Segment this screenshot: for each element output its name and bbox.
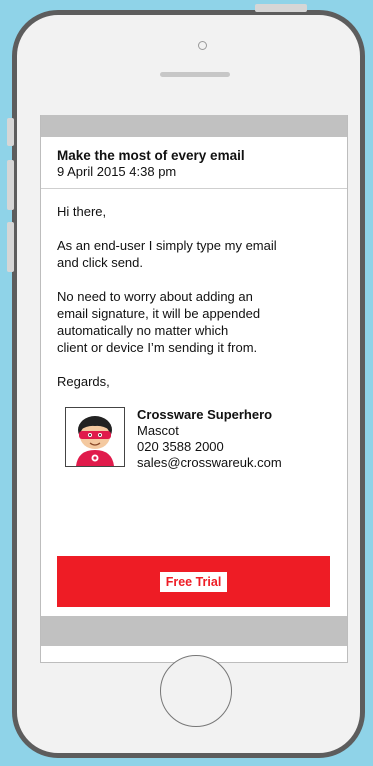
email-paragraph-2-line: client or device I’m sending it from. [57, 340, 258, 355]
email-date: 9 April 2015 4:38 pm [57, 164, 177, 179]
signature-name: Crossware Superhero [137, 407, 273, 422]
email-paragraph-2: No need to worry about adding an email s… [57, 288, 331, 356]
signature-phone[interactable]: 020 3588 2000 [137, 439, 282, 455]
volume-down-button[interactable] [7, 222, 14, 272]
email-paragraph-1: As an end-user I simply type my email an… [57, 237, 331, 271]
stage: Make the most of every email 9 April 201… [0, 0, 373, 766]
email-paragraph-1-line: As an end-user I simply type my email [57, 238, 277, 253]
email-paragraph-2-line: email signature, it will be appended [57, 306, 261, 321]
power-button[interactable] [255, 4, 307, 12]
email-paragraph-1-line: and click send. [57, 255, 143, 270]
screen-bottom-bar [41, 616, 347, 646]
email-paragraph-2-line: No need to worry about adding an [57, 289, 253, 304]
volume-up-button[interactable] [7, 160, 14, 210]
earpiece-speaker [160, 72, 230, 77]
signature-title: Mascot [137, 423, 179, 438]
email-body: Hi there, As an end-user I simply type m… [41, 189, 347, 471]
phone-screen: Make the most of every email 9 April 201… [40, 115, 348, 663]
email-paragraph-2-line: automatically no matter which [57, 323, 229, 338]
free-trial-label: Free Trial [159, 571, 228, 592]
free-trial-button[interactable]: Free Trial [57, 556, 330, 607]
email-signature: Crossware Superhero Mascot 020 3588 2000… [57, 407, 331, 471]
signature-email[interactable]: sales@crosswareuk.com [137, 455, 282, 471]
mute-switch[interactable] [7, 118, 14, 146]
signature-details: Crossware Superhero Mascot 020 3588 2000… [137, 407, 282, 471]
front-camera [198, 41, 207, 50]
email-header: Make the most of every email 9 April 201… [41, 137, 347, 189]
email-greeting: Hi there, [57, 204, 107, 219]
home-button[interactable] [160, 655, 232, 727]
email-closing: Regards, [57, 374, 110, 389]
avatar [65, 407, 125, 467]
superhero-mascot-icon [76, 416, 114, 466]
email-subject: Make the most of every email [57, 148, 245, 163]
screen-top-bar [41, 115, 347, 137]
